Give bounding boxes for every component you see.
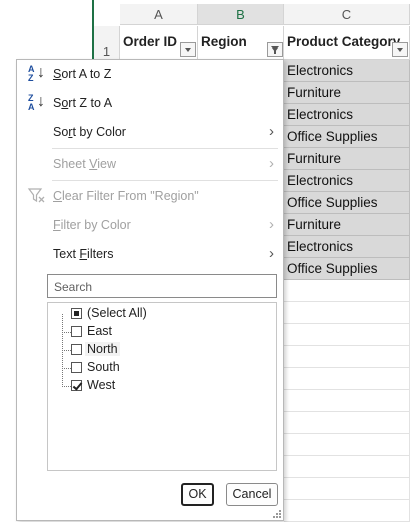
filter-values-list[interactable]: (Select All) East North South West bbox=[47, 302, 277, 471]
list-item-west[interactable]: West bbox=[48, 377, 276, 395]
category-cell[interactable]: Furniture bbox=[284, 82, 410, 104]
list-item-label: South bbox=[87, 360, 120, 374]
sheet-view-label: Sheet View bbox=[53, 157, 117, 171]
empty-cell[interactable] bbox=[284, 368, 410, 390]
category-cell[interactable]: Electronics bbox=[284, 60, 410, 82]
category-cell[interactable]: Furniture bbox=[284, 148, 410, 170]
sort-z-to-a-label: Sort Z to A bbox=[53, 96, 113, 110]
ok-button[interactable]: OK bbox=[181, 483, 214, 506]
empty-cell[interactable] bbox=[284, 346, 410, 368]
clear-filter-label: Clear Filter From "Region" bbox=[53, 189, 199, 203]
autofilter-menu: A Z ↓ Sort A to Z Z A ↓ Sort Z to A Sort by … bbox=[16, 59, 284, 521]
chevron-right-icon: › bbox=[269, 155, 274, 172]
category-cell[interactable]: Office Supplies bbox=[284, 192, 410, 214]
sort-ascending-icon: A Z ↓ bbox=[28, 64, 45, 83]
chevron-right-icon: › bbox=[269, 216, 274, 233]
empty-cell[interactable] bbox=[284, 280, 410, 302]
empty-cell[interactable] bbox=[284, 478, 410, 500]
empty-cell[interactable] bbox=[284, 434, 410, 456]
list-item-label: West bbox=[87, 378, 116, 392]
category-cell[interactable]: Electronics bbox=[284, 104, 410, 126]
column-header-c[interactable]: C bbox=[284, 4, 410, 25]
category-cell[interactable]: Electronics bbox=[284, 236, 410, 258]
search-placeholder: Search bbox=[54, 280, 93, 294]
empty-cell[interactable] bbox=[284, 324, 410, 346]
sort-descending-icon: Z A ↓ bbox=[28, 93, 45, 112]
filter-active-button-region[interactable] bbox=[267, 42, 283, 57]
south-checkbox[interactable] bbox=[71, 362, 82, 373]
empty-cell[interactable] bbox=[284, 302, 410, 324]
filter-by-color-item[interactable]: Filter by Color › bbox=[17, 212, 283, 238]
empty-cell[interactable] bbox=[284, 390, 410, 412]
excel-window: A B C 1 Order ID Region Product Category… bbox=[0, 0, 410, 522]
filter-dropdown-button-product-category[interactable] bbox=[392, 42, 408, 57]
sort-a-to-z-item[interactable]: A Z ↓ Sort A to Z bbox=[17, 61, 283, 87]
sort-z-to-a-item[interactable]: Z A ↓ Sort Z to A bbox=[17, 90, 283, 116]
empty-cell[interactable] bbox=[284, 412, 410, 434]
list-item-south[interactable]: South bbox=[48, 359, 276, 377]
category-cell[interactable]: Office Supplies bbox=[284, 126, 410, 148]
cancel-button[interactable]: Cancel bbox=[226, 483, 278, 506]
text-filters-item[interactable]: Text Filters › bbox=[17, 241, 283, 267]
empty-cell[interactable] bbox=[284, 456, 410, 478]
sort-by-color-item[interactable]: Sort by Color › bbox=[17, 119, 283, 145]
product-category-column: Electronics Furniture Electronics Office… bbox=[284, 60, 410, 522]
column-header-a[interactable]: A bbox=[120, 4, 198, 25]
list-item-east[interactable]: East bbox=[48, 323, 276, 341]
resize-grip-icon[interactable] bbox=[271, 508, 281, 518]
north-checkbox[interactable] bbox=[71, 344, 82, 355]
category-cell[interactable]: Electronics bbox=[284, 170, 410, 192]
chevron-right-icon: › bbox=[269, 245, 274, 262]
row-header-1[interactable]: 1 bbox=[94, 26, 120, 60]
clear-filter-icon bbox=[27, 188, 45, 203]
list-item-north[interactable]: North bbox=[48, 341, 276, 359]
column-header-b[interactable]: B bbox=[198, 4, 284, 25]
empty-cell[interactable] bbox=[284, 500, 410, 522]
funnel-icon bbox=[271, 46, 279, 51]
list-item-label: (Select All) bbox=[87, 306, 147, 320]
clear-filter-item[interactable]: Clear Filter From "Region" bbox=[17, 183, 283, 209]
menu-separator bbox=[52, 148, 278, 149]
sort-a-to-z-label: Sort A to Z bbox=[53, 67, 112, 81]
category-cell[interactable]: Office Supplies bbox=[284, 258, 410, 280]
list-item-label: North bbox=[85, 342, 120, 356]
filter-by-color-label: Filter by Color bbox=[53, 218, 131, 232]
chevron-right-icon: › bbox=[269, 123, 274, 140]
sort-by-color-label: Sort by Color bbox=[53, 125, 126, 139]
filter-dropdown-button-order-id[interactable] bbox=[180, 42, 196, 57]
category-cell[interactable]: Furniture bbox=[284, 214, 410, 236]
sheet-view-item[interactable]: Sheet View › bbox=[17, 151, 283, 177]
list-item-select-all[interactable]: (Select All) bbox=[48, 305, 276, 323]
menu-separator bbox=[52, 180, 278, 181]
list-item-label: East bbox=[87, 324, 113, 338]
west-checkbox[interactable] bbox=[71, 380, 82, 391]
search-input[interactable]: Search bbox=[47, 274, 277, 298]
select-all-checkbox[interactable] bbox=[71, 308, 82, 319]
text-filters-label: Text Filters bbox=[53, 247, 114, 261]
east-checkbox[interactable] bbox=[71, 326, 82, 337]
